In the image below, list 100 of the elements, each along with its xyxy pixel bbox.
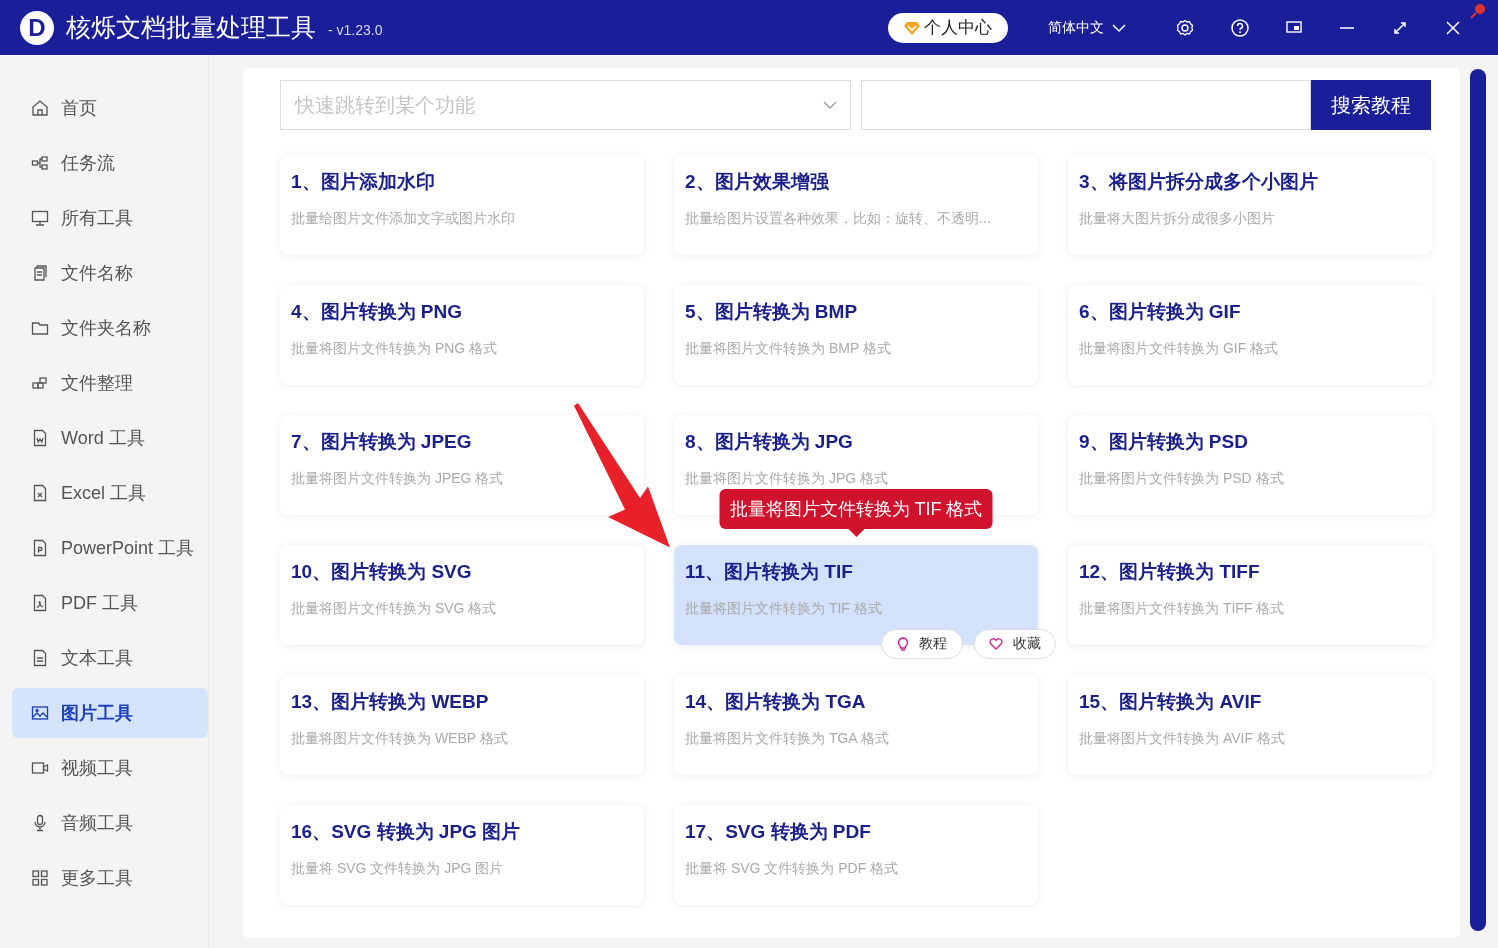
card-title: 5、图片转换为 BMP: [685, 300, 859, 324]
card-description: 批量将图片文件转换为 JPEG 格式: [291, 470, 505, 488]
sidebar-item[interactable]: Word 工具: [12, 413, 208, 463]
help-icon[interactable]: [1231, 18, 1249, 37]
tool-card[interactable]: 4、图片转换为 PNG 批量将图片文件转换为 PNG 格式: [280, 285, 644, 385]
pdf-file-icon: [31, 594, 49, 612]
tutorial-search-field[interactable]: [861, 80, 1311, 130]
card-title: 13、图片转换为 WEBP: [291, 690, 490, 714]
blocks-icon: [31, 374, 49, 392]
tool-card[interactable]: 1、图片添加水印 批量给图片文件添加文字或图片水印: [280, 155, 644, 255]
card-title: 10、图片转换为 SVG: [291, 560, 473, 584]
home-icon: [31, 99, 49, 117]
app-title: 核烁文档批量处理工具: [66, 12, 316, 43]
tutorial-button[interactable]: 教程: [881, 629, 963, 659]
card-description: 批量将图片文件转换为 GIF 格式: [1079, 340, 1280, 358]
sidebar-item[interactable]: 视频工具: [12, 743, 208, 793]
card-title: 9、图片转换为 PSD: [1079, 430, 1249, 454]
lightbulb-icon: [897, 637, 909, 651]
folder-icon: [31, 319, 49, 337]
image-icon: [31, 704, 49, 722]
card-title: 4、图片转换为 PNG: [291, 300, 464, 324]
card-title: 17、SVG 转换为 PDF: [685, 820, 872, 844]
pin-icon[interactable]: [1470, 3, 1486, 19]
card-description: 批量将图片文件转换为 PSD 格式: [1079, 470, 1285, 488]
sidebar-item[interactable]: PowerPoint 工具: [12, 523, 208, 573]
tool-card[interactable]: 2、图片效果增强 批量给图片设置各种效果，比如：旋转、不透明...: [674, 155, 1038, 255]
sidebar-item[interactable]: 图片工具: [12, 688, 208, 738]
chevron-down-icon: [823, 100, 837, 110]
card-title: 14、图片转换为 TGA: [685, 690, 867, 714]
sidebar-item[interactable]: 文本工具: [12, 633, 208, 683]
close-icon[interactable]: [1445, 19, 1461, 36]
tool-card[interactable]: 15、图片转换为 AVIF 批量将图片文件转换为 AVIF 格式: [1068, 675, 1432, 775]
card-description: 批量给图片文件添加文字或图片水印: [291, 210, 516, 228]
maximize-icon[interactable]: [1392, 19, 1408, 36]
card-title: 12、图片转换为 TIFF: [1079, 560, 1261, 584]
sidebar-item[interactable]: Excel 工具: [12, 468, 208, 518]
sidebar-item[interactable]: 文件整理: [12, 358, 208, 408]
card-description: 批量将 SVG 文件转换为 PDF 格式: [685, 860, 900, 878]
card-description: 批量将图片文件转换为 JPG 格式: [685, 470, 889, 488]
favorite-button[interactable]: 收藏: [974, 629, 1056, 659]
sidebar-item[interactable]: 任务流: [12, 138, 208, 188]
tool-card[interactable]: 5、图片转换为 BMP 批量将图片文件转换为 BMP 格式: [674, 285, 1038, 385]
flowchart-icon: [31, 154, 49, 172]
sidebar-item[interactable]: PDF 工具: [12, 578, 208, 628]
tooltip: 批量将图片文件转换为 TIF 格式: [719, 489, 993, 537]
excel-file-icon: [31, 484, 49, 502]
version-label: - v1.23.0: [328, 21, 383, 38]
card-description: 批量将图片文件转换为 SVG 格式: [291, 600, 498, 618]
sidebar-item[interactable]: 音频工具: [12, 798, 208, 848]
microphone-icon: [31, 814, 49, 832]
monitor-icon: [31, 209, 49, 227]
user-center-button[interactable]: 个人中心: [888, 12, 1008, 43]
card-description: 批量将图片文件转换为 TGA 格式: [685, 730, 890, 748]
video-camera-icon: [31, 759, 49, 777]
card-title: 7、图片转换为 JPEG: [291, 430, 473, 454]
card-description: 批量将 SVG 文件转换为 JPG 图片: [291, 860, 505, 878]
card-description: 批量给图片设置各种效果，比如：旋转、不透明...: [685, 210, 992, 228]
card-description: 批量将图片文件转换为 PNG 格式: [291, 340, 499, 358]
tool-card[interactable]: 12、图片转换为 TIFF 批量将图片文件转换为 TIFF 格式: [1068, 545, 1432, 645]
card-title: 8、图片转换为 JPG: [685, 430, 854, 454]
powerpoint-file-icon: [31, 539, 49, 557]
card-description: 批量将图片文件转换为 AVIF 格式: [1079, 730, 1286, 748]
card-title: 3、将图片拆分成多个小图片: [1079, 170, 1319, 194]
tool-card[interactable]: 9、图片转换为 PSD 批量将图片文件转换为 PSD 格式: [1068, 415, 1432, 515]
language-dropdown[interactable]: 简体中文: [1042, 17, 1132, 38]
tool-card[interactable]: 14、图片转换为 TGA 批量将图片文件转换为 TGA 格式: [674, 675, 1038, 775]
card-title: 2、图片效果增强: [685, 170, 830, 194]
tool-card[interactable]: 10、图片转换为 SVG 批量将图片文件转换为 SVG 格式: [280, 545, 644, 645]
card-description: 批量将图片文件转换为 TIF 格式: [685, 600, 883, 618]
sidebar-item[interactable]: 所有工具: [12, 193, 208, 243]
app-logo: D: [20, 10, 54, 45]
sidebar-item[interactable]: 文件夹名称: [12, 303, 208, 353]
scrollbar[interactable]: [1470, 69, 1486, 931]
heart-icon: [989, 638, 1003, 650]
card-title: 6、图片转换为 GIF: [1079, 300, 1242, 324]
chevron-down-icon: [1112, 22, 1126, 33]
search-tutorial-button[interactable]: 搜索教程: [1311, 80, 1431, 130]
card-description: 批量将图片文件转换为 TIFF 格式: [1079, 600, 1286, 618]
card-title: 11、图片转换为 TIF: [685, 560, 854, 584]
function-search-dropdown[interactable]: 快速跳转到某个功能: [280, 80, 851, 130]
text-file-icon: [31, 649, 49, 667]
mini-window-icon[interactable]: [1286, 20, 1302, 33]
tool-card[interactable]: 13、图片转换为 WEBP 批量将图片文件转换为 WEBP 格式: [280, 675, 644, 775]
card-title: 15、图片转换为 AVIF: [1079, 690, 1263, 714]
settings-icon[interactable]: [1176, 18, 1194, 37]
tool-card[interactable]: 6、图片转换为 GIF 批量将图片文件转换为 GIF 格式: [1068, 285, 1432, 385]
card-description: 批量将大图片拆分成很多小图片: [1079, 210, 1276, 228]
tool-card[interactable]: 7、图片转换为 JPEG 批量将图片文件转换为 JPEG 格式: [280, 415, 644, 515]
tool-card[interactable]: 3、将图片拆分成多个小图片 批量将大图片拆分成很多小图片: [1068, 155, 1432, 255]
card-title: 1、图片添加水印: [291, 170, 436, 194]
tool-card[interactable]: 17、SVG 转换为 PDF 批量将 SVG 文件转换为 PDF 格式: [674, 805, 1038, 905]
tool-card[interactable]: 16、SVG 转换为 JPG 图片 批量将 SVG 文件转换为 JPG 图片: [280, 805, 644, 905]
grid-icon: [31, 869, 49, 887]
documents-icon: [31, 264, 49, 282]
card-description: 批量将图片文件转换为 BMP 格式: [685, 340, 892, 358]
diamond-icon: [904, 20, 920, 35]
sidebar-item[interactable]: 更多工具: [12, 853, 208, 903]
card-title: 16、SVG 转换为 JPG 图片: [291, 820, 522, 844]
sidebar-item[interactable]: 文件名称: [12, 248, 208, 298]
sidebar-item[interactable]: 首页: [12, 83, 208, 133]
